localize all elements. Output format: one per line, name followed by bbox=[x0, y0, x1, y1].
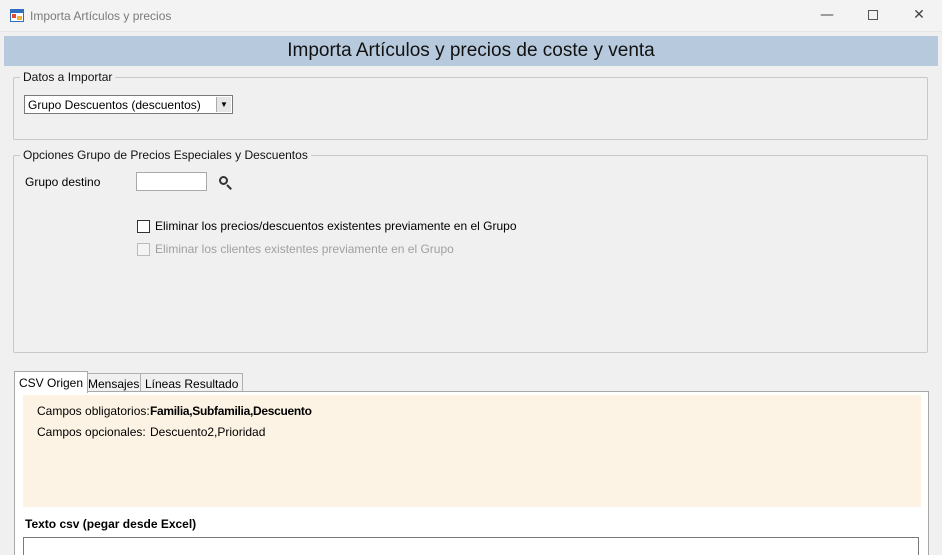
texto-csv-textarea[interactable] bbox=[23, 537, 919, 555]
opciones-grupo-legend: Opciones Grupo de Precios Especiales y D… bbox=[23, 148, 308, 162]
maximize-button[interactable] bbox=[850, 0, 896, 31]
datos-importar-legend: Datos a Importar bbox=[23, 70, 113, 84]
eliminar-precios-checkbox[interactable]: Eliminar los precios/descuentos existent… bbox=[137, 219, 517, 233]
campos-opcionales-row: Campos opcionales: Descuento2,Prioridad bbox=[37, 425, 265, 439]
datos-importar-select[interactable]: Grupo Descuentos (descuentos) ▼ bbox=[24, 95, 233, 114]
campos-opcionales-label: Campos opcionales: bbox=[37, 425, 146, 439]
tab-lineas-resultado[interactable]: Líneas Resultado bbox=[140, 373, 244, 392]
campos-opcionales-value: Descuento2,Prioridad bbox=[150, 425, 266, 439]
close-button[interactable]: ✕ bbox=[896, 0, 942, 31]
chevron-down-icon[interactable]: ▼ bbox=[216, 97, 231, 112]
eliminar-clientes-checkbox: Eliminar los clientes existentes previam… bbox=[137, 242, 454, 256]
tab-csv-origen[interactable]: CSV Origen bbox=[14, 371, 89, 393]
maximize-icon bbox=[868, 10, 878, 20]
page-title: Importa Artículos y precios de coste y v… bbox=[4, 36, 938, 66]
campos-obligatorios-row: Campos obligatorios:Familia,Subfamilia,D… bbox=[37, 404, 312, 418]
search-handle bbox=[226, 184, 232, 190]
eliminar-clientes-label: Eliminar los clientes existentes previam… bbox=[155, 242, 454, 256]
tab-mensajes[interactable]: Mensajes bbox=[83, 373, 145, 392]
datos-importar-selected: Grupo Descuentos (descuentos) bbox=[28, 98, 201, 112]
campos-obligatorios-value: Familia,Subfamilia,Descuento bbox=[150, 404, 312, 418]
checkbox-box[interactable] bbox=[137, 219, 150, 233]
title-bar: Importa Artículos y precios — ✕ bbox=[0, 0, 942, 32]
eliminar-precios-label: Eliminar los precios/descuentos existent… bbox=[155, 219, 517, 233]
search-icon[interactable] bbox=[217, 174, 233, 190]
app-window-icon bbox=[10, 9, 24, 22]
minimize-button[interactable]: — bbox=[804, 0, 850, 31]
close-icon: ✕ bbox=[913, 7, 925, 23]
window-title: Importa Artículos y precios bbox=[30, 9, 172, 23]
grupo-destino-label: Grupo destino bbox=[25, 175, 101, 189]
grupo-destino-input[interactable] bbox=[136, 172, 207, 191]
campos-obligatorios-label: Campos obligatorios: bbox=[37, 404, 150, 418]
texto-csv-label: Texto csv (pegar desde Excel) bbox=[25, 517, 197, 531]
checkbox-box bbox=[137, 242, 150, 256]
minimize-icon: — bbox=[820, 7, 834, 23]
campos-info-box: Campos obligatorios:Familia,Subfamilia,D… bbox=[23, 395, 921, 507]
